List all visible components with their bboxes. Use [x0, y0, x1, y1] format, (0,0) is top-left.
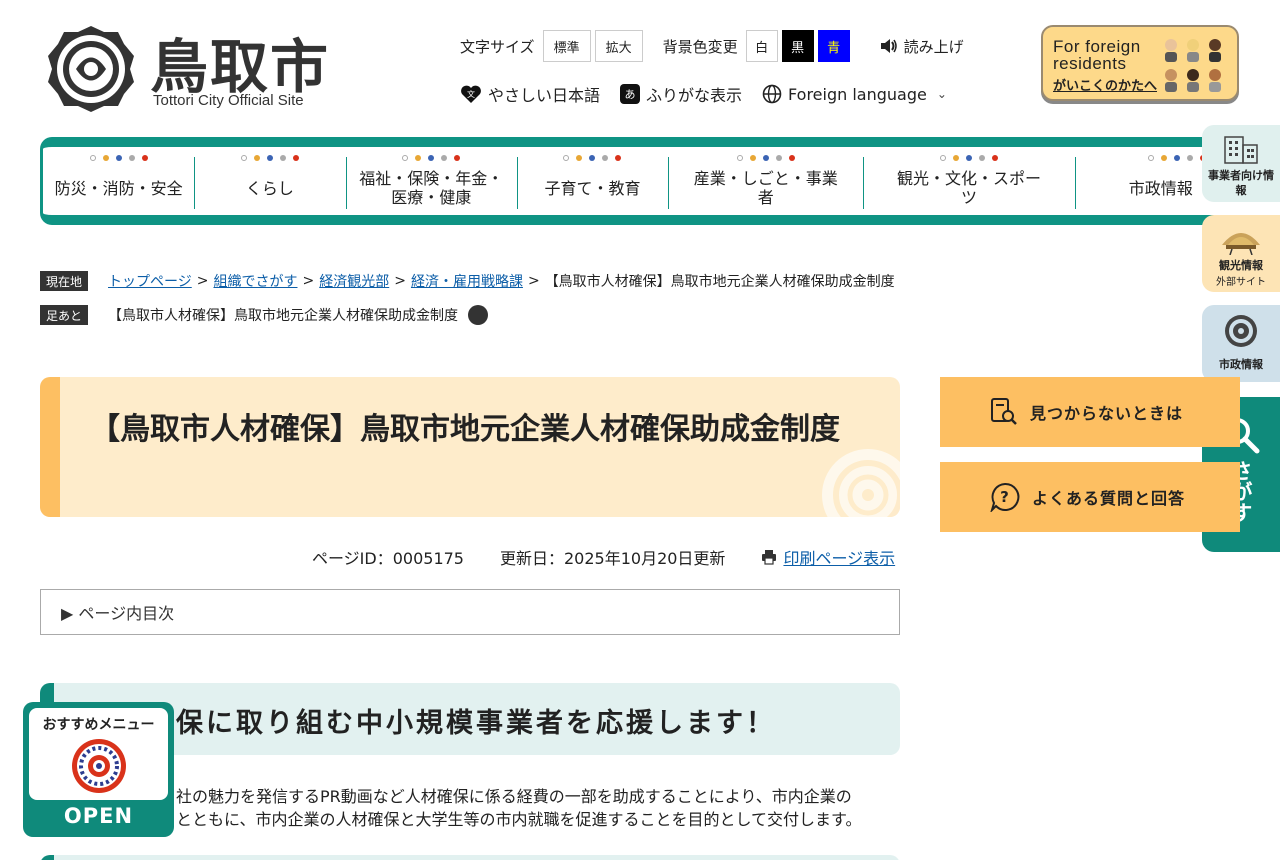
read-aloud-label: 読み上げ: [903, 37, 964, 56]
furigana-toggle[interactable]: あ ふりがな表示: [620, 82, 742, 106]
svg-text:?: ?: [1000, 488, 1010, 506]
nav-item-label: 観光・文化・スポーツ: [897, 169, 1042, 207]
chevron-down-icon: ⌄: [936, 87, 947, 101]
castle-icon: [1222, 233, 1260, 256]
breadcrumb-link-section[interactable]: 経済・雇用戦略課: [411, 271, 523, 291]
side-tab-business[interactable]: 事業者向け情報: [1202, 125, 1280, 202]
foreign-language-label: Foreign language: [788, 84, 927, 104]
nav-dots: [563, 155, 622, 161]
page-title: 【鳥取市人材確保】鳥取市地元企業人材確保助成金制度: [90, 412, 840, 447]
section-heading: 保に取り組む中小規模事業者を応援します！: [176, 708, 776, 739]
recommend-menu-title: おすすめメニュー: [42, 717, 155, 733]
side-tab-city-label: 市政情報: [1219, 358, 1263, 371]
print-link[interactable]: 印刷ページ表示: [761, 545, 895, 569]
bg-blue-button[interactable]: 青: [817, 30, 850, 62]
printer-icon: [762, 550, 777, 565]
font-size-standard-button[interactable]: 標準: [542, 30, 591, 62]
people-illustration-icon: [1165, 39, 1221, 92]
side-tab-tourism[interactable]: 観光情報 外部サイト: [1202, 215, 1280, 292]
nav-item-label: 福祉・保険・年金・医療・健康: [359, 169, 504, 207]
nav-item-label: 市政情報: [1128, 178, 1193, 198]
heart-icon: 文: [461, 85, 481, 103]
language-toolbar: 文 やさしい日本語 あ ふりがな表示 Foreign language ⌄: [460, 80, 967, 108]
nav-item-label: 産業・しごと・事業者: [693, 169, 838, 207]
updated-date: 更新日：2025年10月20日更新: [499, 549, 726, 568]
side-tab-city[interactable]: 市政情報: [1202, 305, 1280, 382]
section-paragraph: 社の魅力を発信するPR動画など人材確保に係る経費の一部を助成することにより、市内…: [176, 785, 906, 831]
speaker-icon: [880, 39, 897, 53]
svg-text:文: 文: [467, 89, 475, 99]
easy-japanese-label: やさしい日本語: [488, 86, 601, 105]
bg-color-label: 背景色変更: [662, 37, 738, 56]
nav-item-label: くらし: [245, 178, 294, 198]
not-found-button[interactable]: 見つからないときは: [940, 377, 1240, 447]
breadcrumb-current: 【鳥取市人材確保】鳥取市地元企業人材確保助成金制度: [544, 274, 895, 290]
global-nav: 防災・消防・安全 くらし 福祉・保険・年金・医療・健康 子育て・教育 産業・しご…: [40, 137, 1280, 225]
accessibility-toolbar: 文字サイズ 標準 拡大 背景色変更 白 黒 青 読み上げ: [460, 30, 964, 62]
emblem-watermark-icon: [822, 449, 900, 517]
next-section-heading-edge: [40, 855, 900, 860]
foreign-residents-banner[interactable]: For foreign residents がいこくのかたへ: [1041, 25, 1239, 101]
building-icon: [1224, 136, 1258, 164]
nav-item-industry[interactable]: 産業・しごと・事業者: [668, 147, 863, 215]
page-toc-toggle[interactable]: ▶ ページ内目次: [40, 589, 900, 635]
side-tab-business-label: 事業者向け情報: [1208, 169, 1274, 197]
page-meta: ページID：0005175 更新日：2025年10月20日更新 印刷ページ表示: [312, 546, 895, 568]
read-aloud-button[interactable]: 読み上げ: [880, 36, 964, 57]
nav-dots: [1148, 155, 1207, 161]
recommend-open-button[interactable]: OPEN: [23, 804, 174, 828]
faq-label: よくある質問と回答: [1032, 489, 1186, 508]
font-size-label: 文字サイズ: [460, 37, 535, 56]
nav-dots: [402, 155, 461, 161]
faq-button[interactable]: ? よくある質問と回答: [940, 462, 1240, 532]
print-label: 印刷ページ表示: [783, 549, 896, 568]
easy-japanese-link[interactable]: 文 やさしい日本語: [460, 82, 600, 106]
nav-item-disaster[interactable]: 防災・消防・安全: [43, 147, 194, 215]
foreign-language-dropdown[interactable]: Foreign language ⌄: [762, 84, 947, 104]
nav-item-living[interactable]: くらし: [194, 147, 345, 215]
breadcrumb-tag: 現在地: [40, 271, 89, 291]
recommend-emblem-icon: [71, 739, 126, 793]
doc-search-icon: [991, 398, 1017, 425]
footprint-tag: 足あと: [40, 305, 89, 325]
footprint-item[interactable]: 【鳥取市人材確保】鳥取市地元企業人材確保助成金制度: [108, 305, 458, 325]
question-bubble-icon: ?: [990, 482, 1020, 512]
side-tab-tourism-label: 観光情報: [1219, 259, 1263, 272]
site-logo[interactable]: 鳥取市 Tottori City Official Site: [46, 22, 346, 117]
nav-item-label: 子育て・教育: [544, 178, 641, 198]
breadcrumb-link-org[interactable]: 組織でさがす: [213, 271, 297, 291]
globe-icon: [762, 84, 782, 104]
nav-item-tourism[interactable]: 観光・文化・スポーツ: [863, 147, 1074, 215]
nav-dots: [89, 155, 148, 161]
paragraph-line-2: とともに、市内企業の人材確保と大学生等の市内就職を促進することを目的として交付し…: [176, 810, 862, 829]
side-tab-tourism-sub: 外部サイト: [1216, 277, 1266, 288]
breadcrumb-link-dept[interactable]: 経済観光部: [319, 271, 389, 291]
city-emblem-small-icon: [1225, 315, 1257, 347]
footprint-trail: 足あと 【鳥取市人材確保】鳥取市地元企業人材確保助成金制度: [40, 304, 489, 326]
page-id: ページID：0005175: [312, 549, 464, 568]
furigana-icon: あ: [620, 84, 641, 104]
nav-dots: [240, 155, 299, 161]
recommend-menu-panel[interactable]: おすすめメニュー OPEN: [23, 702, 174, 837]
paragraph-line-1: 社の魅力を発信するPR動画など人材確保に係る経費の一部を助成することにより、市内…: [176, 787, 852, 806]
breadcrumb: 現在地 トップページ > 組織でさがす > 経済観光部 > 経済・雇用戦略課 > 【鳥取…: [40, 270, 895, 292]
recommend-menu-card: おすすめメニュー: [29, 708, 168, 800]
nav-dots: [736, 155, 795, 161]
font-size-large-button[interactable]: 拡大: [594, 30, 643, 62]
not-found-label: 見つからないときは: [1030, 404, 1184, 423]
bg-black-button[interactable]: 黒: [781, 30, 814, 62]
breadcrumb-link-top[interactable]: トップページ: [108, 271, 192, 291]
page-title-box: 【鳥取市人材確保】鳥取市地元企業人材確保助成金制度: [40, 377, 900, 517]
bg-white-button[interactable]: 白: [745, 30, 778, 62]
city-emblem-icon: [48, 26, 134, 112]
site-subtitle: Tottori City Official Site: [153, 92, 304, 109]
footprint-clear-icon[interactable]: [468, 305, 489, 325]
nav-item-label: 防災・消防・安全: [54, 178, 183, 198]
nav-dots: [940, 155, 999, 161]
nav-item-childcare[interactable]: 子育て・教育: [516, 147, 668, 215]
furigana-label: ふりがな表示: [646, 86, 743, 105]
nav-item-welfare[interactable]: 福祉・保険・年金・医療・健康: [345, 147, 517, 215]
